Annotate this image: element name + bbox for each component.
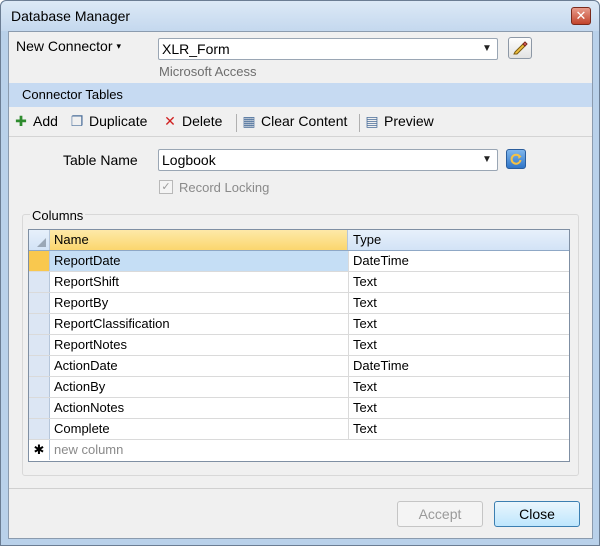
database-manager-window: Database Manager ✕ New Connector ▾ XLR_Fo… (0, 0, 600, 546)
cell-name[interactable]: ActionBy (50, 377, 349, 397)
add-label: Add (33, 113, 58, 129)
table-row[interactable]: ActionDate DateTime (29, 356, 569, 377)
chevron-down-icon: ▼ (482, 43, 492, 54)
table-name-select[interactable]: Logbook ▼ (158, 149, 498, 171)
preview-label: Preview (384, 113, 434, 129)
cell-name[interactable]: ActionNotes (50, 398, 349, 418)
cell-type[interactable]: Text (349, 398, 563, 418)
cell-name[interactable]: ReportDate (50, 251, 349, 271)
connector-tables-header: Connector Tables (9, 83, 592, 107)
cell-name[interactable]: ActionDate (50, 356, 349, 376)
row-header[interactable] (29, 356, 50, 376)
cell-type[interactable]: Text (349, 314, 563, 334)
table-row[interactable]: ReportDate DateTime (29, 251, 569, 272)
chevron-down-icon: ▼ (482, 154, 492, 165)
clear-content-label: Clear Content (261, 113, 348, 129)
grid-header-row: Name Type (29, 230, 569, 251)
toolbar-separator (236, 114, 237, 132)
row-header[interactable] (29, 272, 50, 292)
cell-type[interactable]: DateTime (349, 251, 563, 271)
title-bar[interactable]: Database Manager ✕ (1, 1, 599, 31)
column-header-name[interactable]: Name (50, 230, 348, 250)
new-connector-dropdown[interactable]: New Connector ▾ (16, 38, 121, 54)
section-title: Connector Tables (22, 87, 123, 102)
table-row[interactable]: ActionNotes Text (29, 398, 569, 419)
table-row[interactable]: Complete Text (29, 419, 569, 440)
tables-toolbar: ✚ Add ❐ Duplicate ✕ Delete ▦ Clear Content ▤… (9, 109, 592, 135)
cell-type[interactable]: Text (349, 335, 563, 355)
refresh-table-button[interactable] (506, 149, 526, 169)
cell-name[interactable]: Complete (50, 419, 349, 439)
connector-select-value: XLR_Form (162, 41, 230, 57)
refresh-icon (510, 153, 522, 165)
delete-x-icon: ✕ (164, 113, 176, 129)
row-header[interactable] (29, 335, 50, 355)
accept-button[interactable]: Accept (397, 501, 483, 527)
cell-type[interactable]: Text (349, 419, 563, 439)
new-connector-label: New Connector (16, 38, 113, 54)
table-row[interactable]: ReportClassification Text (29, 314, 569, 335)
table-row[interactable]: ActionBy Text (29, 377, 569, 398)
cell-name[interactable]: ReportBy (50, 293, 349, 313)
row-header[interactable] (29, 293, 50, 313)
preview-button[interactable]: ▤ Preview (364, 113, 434, 130)
cell-type[interactable]: DateTime (349, 356, 563, 376)
row-header[interactable] (29, 251, 50, 271)
duplicate-icon: ❐ (70, 113, 84, 129)
edit-connector-button[interactable] (508, 37, 532, 59)
delete-label: Delete (182, 113, 223, 129)
table-row[interactable]: ReportBy Text (29, 293, 569, 314)
connector-provider-label: Microsoft Access (159, 64, 257, 79)
window-title: Database Manager (11, 8, 131, 24)
plus-icon: ✚ (15, 113, 27, 129)
new-row-asterisk-icon: ✱ (29, 440, 50, 460)
select-all-corner[interactable] (29, 230, 50, 250)
new-column-placeholder[interactable]: new column (50, 440, 349, 460)
row-header[interactable] (29, 419, 50, 439)
window-close-button[interactable]: ✕ (571, 7, 591, 25)
preview-icon: ▤ (365, 113, 379, 129)
corner-triangle-icon (37, 238, 46, 247)
duplicate-label: Duplicate (89, 113, 148, 129)
new-column-row[interactable]: ✱ new column (29, 440, 569, 461)
connector-select[interactable]: XLR_Form ▼ (158, 38, 498, 60)
table-row[interactable]: ReportShift Text (29, 272, 569, 293)
delete-button[interactable]: ✕ Delete (162, 113, 222, 130)
table-row[interactable]: ReportNotes Text (29, 335, 569, 356)
table-name-value: Logbook (162, 152, 216, 168)
cell-type[interactable]: Text (349, 272, 563, 292)
duplicate-button[interactable]: ❐ Duplicate (69, 113, 148, 130)
record-locking-label: Record Locking (179, 180, 270, 195)
dialog-body: New Connector ▾ XLR_Form ▼ Microsoft Acce… (8, 31, 593, 539)
cell-type[interactable]: Text (349, 377, 563, 397)
pencil-icon (513, 41, 528, 55)
table-name-label: Table Name (63, 152, 138, 168)
clear-table-icon: ▦ (242, 113, 256, 129)
cell-name[interactable]: ReportClassification (50, 314, 349, 334)
footer-divider (9, 488, 592, 489)
close-button[interactable]: Close (494, 501, 580, 527)
divider (9, 136, 592, 137)
cell-name[interactable]: ReportNotes (50, 335, 349, 355)
chevron-down-icon: ▾ (116, 41, 122, 51)
row-header[interactable] (29, 314, 50, 334)
columns-grid[interactable]: Name Type ReportDate DateTime ReportShif… (28, 229, 570, 462)
row-header[interactable] (29, 377, 50, 397)
add-button[interactable]: ✚ Add (13, 113, 58, 130)
cell-name[interactable]: ReportShift (50, 272, 349, 292)
row-header[interactable] (29, 398, 50, 418)
column-header-type[interactable]: Type (349, 230, 563, 250)
clear-content-button[interactable]: ▦ Clear Content (241, 113, 347, 130)
cell-type[interactable]: Text (349, 293, 563, 313)
toolbar-separator (359, 114, 360, 132)
record-locking-checkbox[interactable]: ✓ (159, 180, 173, 194)
columns-group-title: Columns (30, 208, 86, 223)
